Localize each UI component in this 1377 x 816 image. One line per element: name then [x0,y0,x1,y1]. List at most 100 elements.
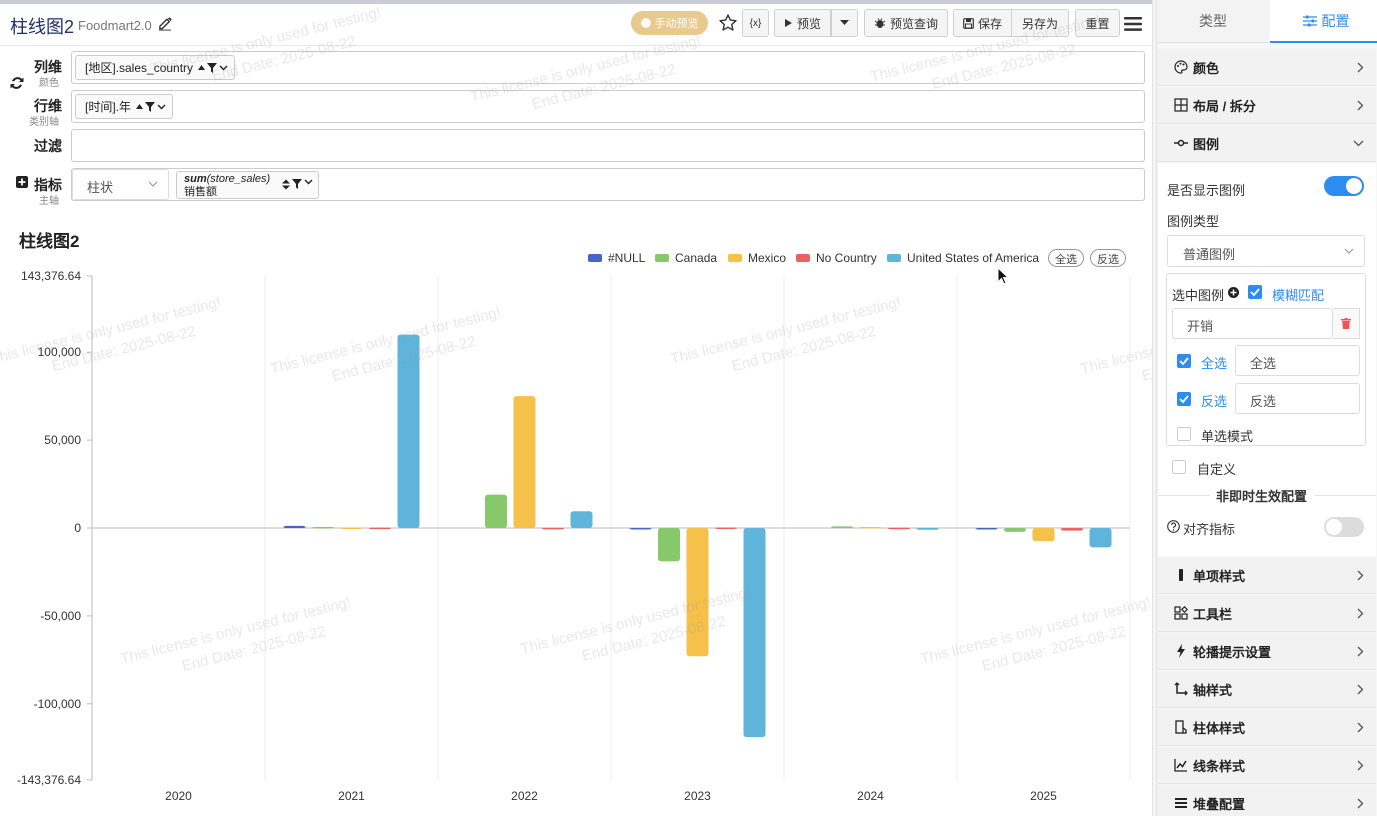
bar[interactable] [831,526,853,528]
bar[interactable] [743,528,766,738]
filter-icon[interactable] [292,179,302,189]
legend-item[interactable]: Mexico [728,251,786,265]
bar[interactable] [859,526,882,529]
filter-shelf[interactable] [71,129,1145,162]
bar[interactable] [975,528,998,530]
invert-input[interactable]: 反选 [1235,383,1360,414]
legend-item[interactable]: United States of America [887,251,1039,265]
bar[interactable] [1061,528,1083,531]
legend-label: Canada [675,251,718,265]
bar[interactable] [888,527,910,530]
show-legend-toggle[interactable] [1324,176,1364,196]
bar[interactable] [283,525,306,528]
sort-asc-icon[interactable] [198,64,206,72]
bar[interactable] [658,528,680,562]
section-carousel[interactable]: 轮播提示设置 [1158,633,1376,670]
legend-item[interactable]: No Country [796,251,877,265]
bar[interactable] [369,527,391,530]
section-line-style[interactable]: 线条样式 [1158,747,1376,784]
single-select-checkbox[interactable] [1177,427,1191,441]
hamburger-menu-icon[interactable] [1124,16,1142,32]
section-toolbar[interactable]: 工具栏 [1158,595,1376,632]
toggle-dot-icon [640,18,651,28]
select-all-input[interactable]: 全选 [1235,345,1360,376]
bar[interactable] [542,527,564,530]
fuzzy-match-checkbox[interactable] [1248,285,1262,299]
manual-preview-toggle[interactable]: 手动预览 [631,11,708,35]
invert-label: 反选 [1201,394,1228,409]
x-tick-label: 2024 [857,789,884,803]
legend-item[interactable]: #NULL [588,251,645,265]
swap-axes-icon[interactable] [8,74,26,92]
sort-asc-icon[interactable] [136,103,144,111]
chevron-down-icon [1353,140,1364,147]
column-dimension-chip[interactable]: [地区].sales_country [75,55,236,80]
legend-select-all-button[interactable]: 全选 [1048,249,1084,267]
lightning-icon [1177,644,1185,658]
row-dimension-label: [时间].年 [85,100,132,114]
bar[interactable] [570,511,593,528]
bar[interactable] [916,528,939,530]
bar[interactable] [1032,528,1055,542]
section-layout[interactable]: 布局 / 拆分 [1158,87,1376,124]
chevron-down-icon[interactable] [219,65,228,71]
chevron-down-icon[interactable] [157,104,166,110]
bar[interactable] [629,528,652,530]
preview-query-button[interactable]: 预览查询 [864,9,948,37]
edit-icon[interactable] [158,16,173,31]
bar[interactable] [485,494,507,528]
bar[interactable] [513,396,536,528]
variable-button[interactable]: {x} [742,9,769,37]
axis-icon [1174,682,1188,696]
filter-icon[interactable] [145,101,156,112]
star-icon[interactable] [718,13,738,33]
tab-type[interactable]: 类型 [1157,0,1269,43]
preview-dropdown-button[interactable] [831,9,858,37]
sort-icon[interactable] [282,179,290,190]
selected-legend-input[interactable]: 开销 [1172,308,1333,339]
save-as-button[interactable]: 另存为 [1012,9,1069,37]
invert-checkbox[interactable] [1177,392,1191,406]
bar[interactable] [715,527,737,529]
bar-chart[interactable]: 143,376.64 100,000 50,000 0 -50,000 -100,000 -… [0,240,1152,816]
chart-type-select[interactable]: 柱状 [72,169,169,200]
add-circle-icon[interactable] [1228,287,1239,298]
legend-invert-button[interactable]: 反选 [1090,249,1126,267]
legend-item[interactable]: Canada [655,251,717,265]
bug-icon [874,18,886,28]
align-metric-toggle[interactable] [1324,517,1364,537]
section-color[interactable]: 颜色 [1158,49,1376,86]
bar[interactable] [686,528,709,657]
row-shelf[interactable]: [时间].年 [71,90,1145,123]
reset-button[interactable]: 重置 [1075,9,1120,37]
item-bar-icon [1179,569,1183,581]
delete-legend-button[interactable] [1333,308,1360,339]
chevron-down-icon[interactable] [304,179,313,185]
filter-icon[interactable] [207,62,218,73]
bar[interactable] [1089,528,1112,548]
y-tick-label: 50,000 [44,433,81,447]
tab-config[interactable]: 配置 [1270,0,1377,43]
layout-grid-icon [1174,98,1188,112]
section-bar-style[interactable]: 柱体样式 [1158,709,1376,746]
y-tick-label: 100,000 [38,345,82,359]
section-legend[interactable]: 图例 [1158,125,1376,162]
section-axis[interactable]: 轴样式 [1158,671,1376,708]
column-shelf[interactable]: [地区].sales_country [71,51,1145,84]
legend-type-select[interactable]: 普通图例 [1167,235,1365,267]
bar[interactable] [312,526,334,529]
save-button[interactable]: 保存 [953,9,1012,37]
select-all-checkbox[interactable] [1177,354,1191,368]
preview-button[interactable]: 预览 [774,9,831,37]
bar[interactable] [340,527,363,529]
metric-chip[interactable]: sum(store_sales) 销售额 [176,171,319,199]
bar[interactable] [1004,528,1026,532]
help-icon[interactable] [1167,520,1180,533]
reset-label: 重置 [1085,16,1110,31]
custom-checkbox[interactable] [1172,460,1186,474]
section-stack[interactable]: 堆叠配置 [1158,785,1376,816]
bar[interactable] [397,334,420,528]
legend-label: #NULL [608,251,646,265]
row-dimension-chip[interactable]: [时间].年 [75,94,174,119]
section-item-style[interactable]: 单项样式 [1158,557,1376,594]
